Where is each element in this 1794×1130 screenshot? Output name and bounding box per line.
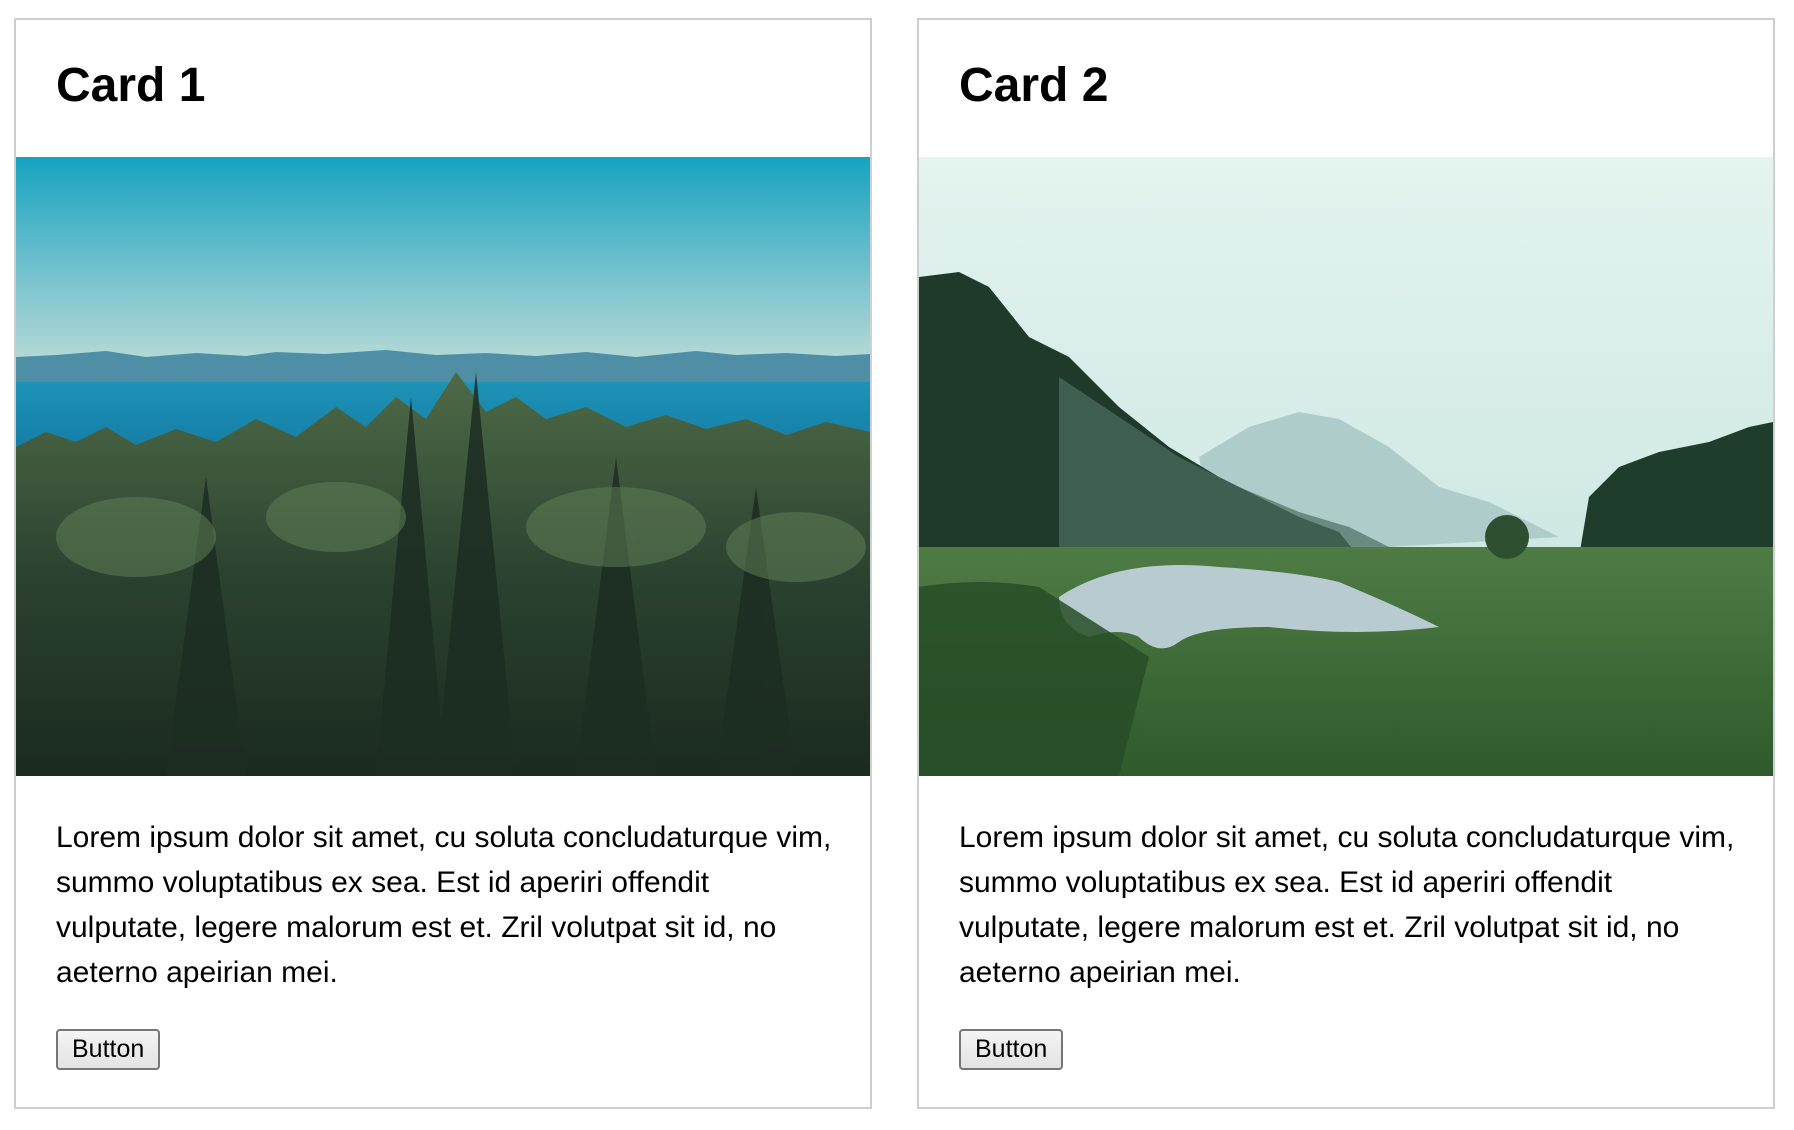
card-2-button[interactable]: Button (959, 1029, 1064, 1070)
card-title: Card 2 (959, 59, 1109, 112)
card-description: Lorem ipsum dolor sit amet, cu soluta co… (959, 821, 1735, 989)
forest-sea-landscape-image (16, 157, 870, 776)
card-2: Card 2 Lorem ipsum dolor sit amet, cu so… (917, 18, 1775, 1109)
card-grid: Card 1 Lorem ipsum dolor sit amet, cu so… (0, 0, 1794, 1130)
card-1-button[interactable]: Button (56, 1029, 161, 1070)
misty-valley-river-image (919, 157, 1773, 776)
card-1: Card 1 Lorem ipsum dolor sit amet, cu so… (14, 18, 872, 1109)
card-title: Card 1 (56, 59, 206, 112)
card-description: Lorem ipsum dolor sit amet, cu soluta co… (56, 821, 832, 989)
